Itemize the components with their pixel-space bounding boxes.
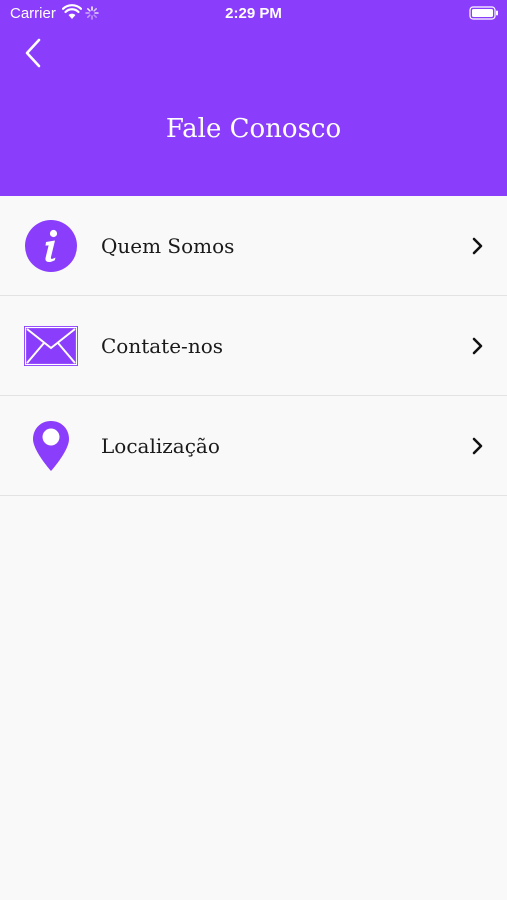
menu-item-localizacao[interactable]: Localização [0, 396, 507, 496]
status-bar: Carrier 2:29 PM [0, 0, 507, 28]
page-title: Fale Conosco [165, 114, 342, 144]
battery-icon [469, 6, 499, 24]
envelope-icon [24, 319, 78, 373]
chevron-right-icon [471, 236, 485, 256]
app-header: Carrier 2:29 PM Fale Conosco [0, 0, 507, 196]
menu-item-label: Contate-nos [101, 333, 224, 358]
menu-item-quem-somos[interactable]: Quem Somos [0, 196, 507, 296]
menu-list: Quem Somos Contate-nos Localização [0, 196, 507, 496]
chevron-left-icon [25, 38, 41, 68]
chevron-right-icon [471, 436, 485, 456]
menu-item-label: Localização [101, 433, 220, 458]
menu-item-label: Quem Somos [101, 233, 235, 258]
back-button[interactable] [18, 35, 48, 71]
menu-item-contate-nos[interactable]: Contate-nos [0, 296, 507, 396]
map-pin-icon [24, 419, 78, 473]
chevron-right-icon [471, 336, 485, 356]
status-time: 2:29 PM [225, 5, 282, 22]
info-icon [24, 219, 78, 273]
